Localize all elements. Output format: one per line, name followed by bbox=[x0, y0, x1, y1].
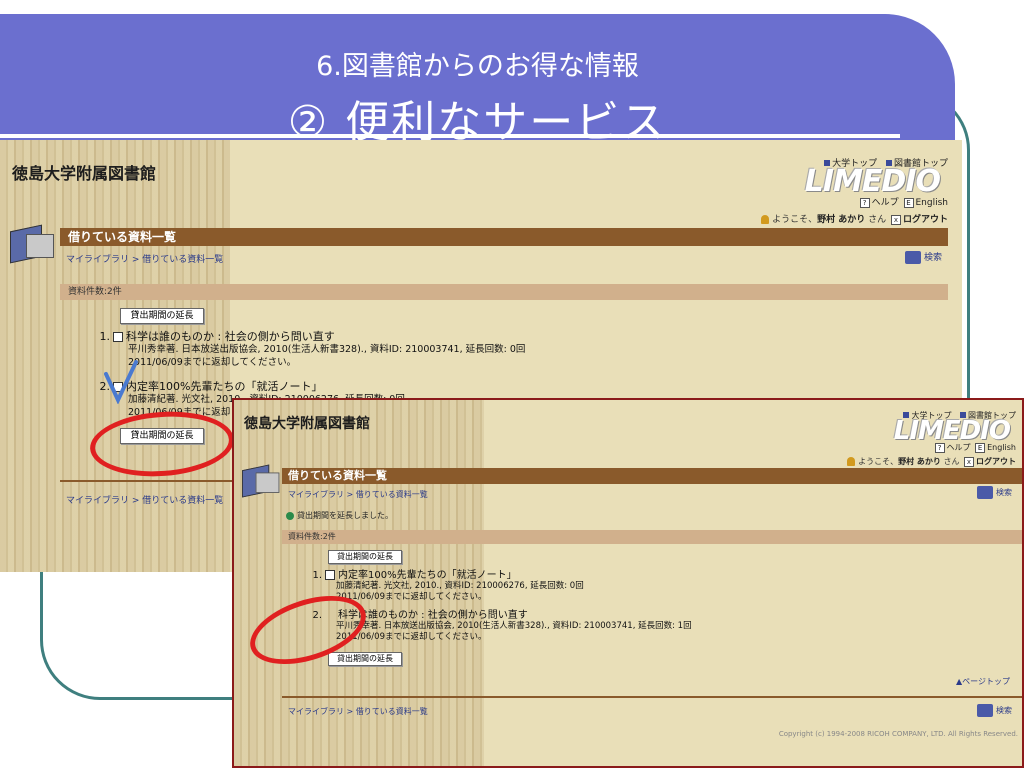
divider bbox=[282, 696, 1022, 698]
item-title[interactable]: 科学は誰のものか : 社会の側から問い直す bbox=[126, 330, 335, 343]
copyright: Copyright (c) 1994-2008 RICOH COMPANY, L… bbox=[778, 730, 1018, 738]
item-detail: 加藤清紀著. 光文社, 2010., 資料ID: 210006276, 延長回数… bbox=[336, 581, 584, 591]
item-title[interactable]: 内定率100%先輩たちの「就活ノート」 bbox=[338, 570, 517, 581]
search-link-footer[interactable]: 検索 bbox=[977, 704, 1012, 717]
item-checkbox[interactable] bbox=[113, 332, 123, 342]
search-icon bbox=[904, 251, 921, 264]
english-icon: E bbox=[903, 197, 914, 208]
library-name: 徳島大学附属図書館 bbox=[244, 416, 370, 432]
breadcrumb-footer[interactable]: マイライブラリ > 借りている資料一覧 bbox=[288, 706, 428, 717]
info-icon bbox=[286, 511, 294, 520]
search-link[interactable]: 検索 bbox=[904, 250, 942, 264]
success-message: 貸出期間を延長しました。 bbox=[286, 510, 393, 521]
page-title-bar: 借りている資料一覧 bbox=[282, 468, 1022, 484]
library-name: 徳島大学附属図書館 bbox=[12, 164, 157, 183]
page-title: 借りている資料一覧 bbox=[68, 230, 177, 244]
slide-subtitle: 6.図書館からのお得な情報 bbox=[316, 51, 639, 82]
breadcrumb[interactable]: マイライブラリ > 借りている資料一覧 bbox=[66, 252, 223, 265]
help-link[interactable]: ヘルプ bbox=[872, 198, 899, 208]
user-line: ようこそ、野村 あかり さん x ログアウト bbox=[847, 456, 1016, 467]
books-icon bbox=[242, 464, 281, 498]
user-name: 野村 あかり bbox=[817, 215, 866, 225]
extend-button-top[interactable]: 貸出期間の延長 bbox=[120, 308, 204, 324]
item-title[interactable]: 科学は誰のものか : 社会の側から問い直す bbox=[338, 610, 528, 621]
title-underline bbox=[0, 134, 900, 138]
search-icon bbox=[977, 486, 993, 499]
help-icon: ? bbox=[859, 197, 870, 208]
user-icon bbox=[847, 457, 856, 466]
search-link[interactable]: 検索 bbox=[977, 486, 1012, 499]
help-icon: ? bbox=[934, 442, 945, 453]
item-due: 2011/06/09までに返却してください。 bbox=[128, 357, 297, 368]
english-link[interactable]: English bbox=[987, 443, 1016, 452]
help-line: ? ヘルプ E English bbox=[858, 195, 948, 208]
user-icon bbox=[761, 215, 770, 224]
result-count: 資料件数:2件 bbox=[288, 532, 336, 541]
item-detail: 平川秀幸著. 日本放送出版協会, 2010(生活人新書328)., 資料ID: … bbox=[336, 621, 692, 631]
english-link[interactable]: English bbox=[916, 198, 949, 208]
result-count: 資料件数:2件 bbox=[68, 287, 122, 297]
extend-button-top[interactable]: 貸出期間の延長 bbox=[328, 550, 402, 564]
screenshot-after: 徳島大学附属図書館 大学トップ 図書館トップ LIMEDIO ? ヘルプ E Eng… bbox=[232, 398, 1024, 768]
breadcrumb-footer[interactable]: マイライブラリ > 借りている資料一覧 bbox=[66, 493, 223, 506]
help-line: ? ヘルプ E English bbox=[933, 442, 1016, 453]
logout-link[interactable]: ログアウト bbox=[976, 457, 1016, 466]
logout-icon: x bbox=[890, 214, 901, 225]
count-bar: 資料件数:2件 bbox=[282, 530, 1022, 544]
logout-link[interactable]: ログアウト bbox=[903, 215, 948, 225]
user-line: ようこそ、野村 あかり さん x ログアウト bbox=[761, 212, 948, 225]
search-icon bbox=[977, 704, 993, 717]
english-icon: E bbox=[975, 442, 986, 453]
item-detail: 平川秀幸著. 日本放送出版協会, 2010(生活人新書328)., 資料ID: … bbox=[128, 344, 526, 355]
logout-icon: x bbox=[964, 456, 974, 467]
item-checkbox[interactable] bbox=[325, 570, 335, 580]
books-icon bbox=[10, 224, 56, 264]
list-item: 1. 科学は誰のものか : 社会の側から問い直す 平川秀幸著. 日本放送出版協会,… bbox=[96, 330, 526, 369]
help-link[interactable]: ヘルプ bbox=[947, 443, 971, 452]
page-title: 借りている資料一覧 bbox=[288, 469, 387, 482]
extend-button-bottom[interactable]: 貸出期間の延長 bbox=[328, 652, 402, 666]
limedio-logo: LIMEDIO bbox=[804, 164, 941, 199]
check-mark-icon bbox=[104, 360, 138, 404]
breadcrumb[interactable]: マイライブラリ > 借りている資料一覧 bbox=[288, 489, 428, 500]
count-bar: 資料件数:2件 bbox=[60, 284, 948, 300]
item-title[interactable]: 内定率100%先輩たちの「就活ノート」 bbox=[126, 380, 322, 393]
user-name: 野村 あかり bbox=[898, 457, 941, 466]
title-banner: 6.図書館からのお得な情報 ② 便利なサービス bbox=[0, 14, 955, 148]
page-title-bar: 借りている資料一覧 bbox=[60, 228, 948, 246]
item-due: 2011/06/09までに返却してください。 bbox=[336, 632, 487, 642]
pagetop-link[interactable]: ▲ページトップ bbox=[956, 676, 1010, 687]
